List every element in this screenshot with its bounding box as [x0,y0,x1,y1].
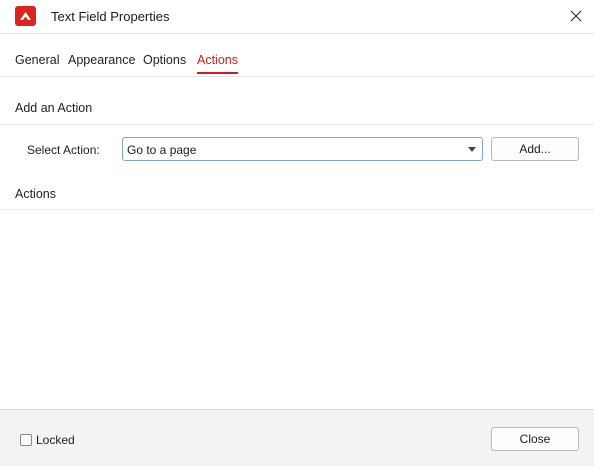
action-select-value: Go to a page [127,143,197,157]
close-icon[interactable] [568,8,584,24]
title-bar: Text Field Properties [0,0,594,34]
add-action-heading: Add an Action [15,101,93,115]
locked-label[interactable]: Locked [36,433,75,447]
action-select[interactable]: Go to a page [122,137,483,161]
tab-appearance[interactable]: Appearance [68,53,135,67]
tab-options[interactable]: Options [143,53,186,67]
locked-checkbox[interactable] [20,434,32,446]
tab-actions[interactable]: Actions [197,53,238,67]
dropdown-arrow-icon[interactable] [468,147,476,152]
actions-list[interactable] [0,210,594,409]
window-title: Text Field Properties [51,9,170,24]
tab-bar: General Appearance Options Actions [0,34,594,77]
select-action-label: Select Action: [27,143,100,157]
add-action-button[interactable]: Add... [491,137,579,161]
close-button[interactable]: Close [491,427,579,451]
tab-general[interactable]: General [15,53,59,67]
app-logo-icon [15,6,36,26]
divider [0,124,594,125]
actions-heading: Actions [15,187,56,201]
active-tab-indicator [197,72,238,74]
